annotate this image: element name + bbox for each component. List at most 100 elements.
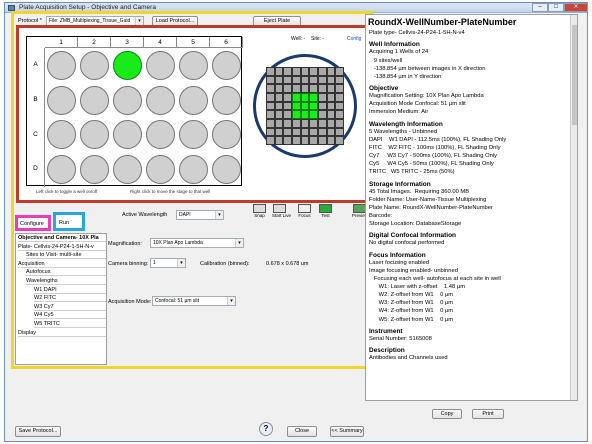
well-a1[interactable]: [47, 50, 76, 80]
site-cell[interactable]: [335, 110, 344, 119]
start-live-button[interactable]: Start Live: [272, 204, 291, 218]
site-cell[interactable]: [326, 75, 336, 85]
site-cell[interactable]: [326, 101, 336, 111]
site-cell[interactable]: [335, 75, 344, 85]
site-cell[interactable]: [309, 127, 318, 137]
site-cell[interactable]: [335, 127, 344, 137]
focus-button[interactable]: Focus: [297, 204, 312, 218]
help-button[interactable]: ?: [259, 422, 273, 436]
site-cell[interactable]: [335, 84, 344, 93]
site-cell[interactable]: [266, 127, 275, 137]
well-b2[interactable]: [80, 85, 109, 115]
well-c4[interactable]: [146, 120, 175, 150]
site-cell[interactable]: [274, 136, 284, 145]
magnification-select[interactable]: 10X Plan Apo Lambda ▾: [150, 238, 244, 248]
site-cell[interactable]: [266, 67, 275, 76]
well-c3[interactable]: [113, 120, 142, 150]
site-cell[interactable]: [300, 127, 310, 137]
tree-item[interactable]: Objective and Camera- 10X Pla: [18, 234, 106, 242]
site-cell[interactable]: [335, 92, 344, 102]
minimize-button[interactable]: –: [532, 3, 548, 12]
site-cell[interactable]: [274, 127, 284, 137]
site-cell[interactable]: [326, 67, 336, 76]
well-d2[interactable]: [80, 155, 109, 185]
summary-button[interactable]: << Summary: [330, 426, 364, 437]
save-protocol-button[interactable]: Save Protocol...: [15, 426, 61, 437]
site-cell[interactable]: [283, 67, 292, 76]
well-d1[interactable]: [47, 155, 76, 185]
site-cell[interactable]: [283, 118, 292, 128]
site-cell[interactable]: [309, 67, 318, 76]
column-header[interactable]: 2: [78, 37, 111, 48]
well-b5[interactable]: [179, 85, 208, 115]
site-cell[interactable]: [292, 67, 301, 76]
site-cell[interactable]: [335, 67, 344, 76]
site-cell[interactable]: [326, 92, 336, 102]
site-cell[interactable]: [274, 75, 284, 85]
well-c2[interactable]: [80, 120, 109, 150]
summary-scrollbar[interactable]: [570, 15, 577, 400]
well-b1[interactable]: [47, 85, 76, 115]
row-header[interactable]: D: [27, 152, 45, 187]
site-cell[interactable]: [292, 110, 301, 119]
site-cell[interactable]: [309, 118, 318, 128]
site-cell[interactable]: [326, 136, 336, 145]
site-cell[interactable]: [266, 84, 275, 93]
site-cell[interactable]: [266, 101, 275, 111]
test-button[interactable]: Test: [318, 204, 333, 218]
copy-button[interactable]: Copy: [432, 409, 462, 419]
site-cell[interactable]: [274, 92, 284, 102]
site-cell[interactable]: [300, 136, 310, 145]
site-cell[interactable]: [309, 92, 318, 102]
well-a5[interactable]: [179, 50, 208, 80]
site-cell[interactable]: [318, 75, 327, 85]
site-cell[interactable]: [274, 118, 284, 128]
tree-item[interactable]: Display: [18, 329, 106, 337]
site-cell[interactable]: [309, 84, 318, 93]
tree-item[interactable]: W3 Cy7: [34, 303, 106, 311]
row-header[interactable]: C: [27, 117, 45, 153]
site-cell[interactable]: [283, 75, 292, 85]
row-header[interactable]: B: [27, 82, 45, 118]
column-header[interactable]: 3: [111, 37, 144, 48]
well-a4[interactable]: [146, 50, 175, 80]
column-header[interactable]: 5: [177, 37, 210, 48]
scrollbar-thumb[interactable]: [572, 25, 577, 125]
site-cell[interactable]: [335, 136, 344, 145]
site-cell[interactable]: [300, 110, 310, 119]
well-c6[interactable]: [212, 120, 241, 150]
tree-item[interactable]: W5 TRITC: [34, 320, 106, 328]
site-cell[interactable]: [292, 127, 301, 137]
site-cell[interactable]: [326, 118, 336, 128]
well-b6[interactable]: [212, 85, 241, 115]
active-wavelength-select[interactable]: DAPI ▾: [176, 210, 224, 220]
tree-item[interactable]: Wavelengths: [26, 277, 106, 285]
well-c5[interactable]: [179, 120, 208, 150]
site-cell[interactable]: [318, 118, 327, 128]
site-cell[interactable]: [318, 110, 327, 119]
site-cell[interactable]: [292, 84, 301, 93]
site-cell[interactable]: [292, 136, 301, 145]
site-cell[interactable]: [266, 75, 275, 85]
well-d5[interactable]: [179, 155, 208, 185]
well-b3[interactable]: [113, 85, 142, 115]
site-cell[interactable]: [300, 92, 310, 102]
site-cell[interactable]: [283, 101, 292, 111]
maximize-button[interactable]: □: [548, 3, 564, 12]
tab-run[interactable]: Run: [53, 212, 85, 231]
site-cell[interactable]: [300, 84, 310, 93]
tree-item[interactable]: Autofocus: [26, 268, 106, 277]
acquisition-mode-select[interactable]: Confocal: 51 µm slit ▾: [152, 296, 236, 306]
well-a6[interactable]: [212, 50, 241, 80]
site-cell[interactable]: [266, 118, 275, 128]
site-cell[interactable]: [300, 75, 310, 85]
column-header[interactable]: 1: [45, 37, 78, 48]
site-cell[interactable]: [326, 110, 336, 119]
site-cell[interactable]: [318, 92, 327, 102]
site-cell[interactable]: [283, 84, 292, 93]
well-d4[interactable]: [146, 155, 175, 185]
site-cell[interactable]: [292, 92, 301, 102]
site-cell[interactable]: [326, 127, 336, 137]
well-b4[interactable]: [146, 85, 175, 115]
site-cell[interactable]: [300, 101, 310, 111]
